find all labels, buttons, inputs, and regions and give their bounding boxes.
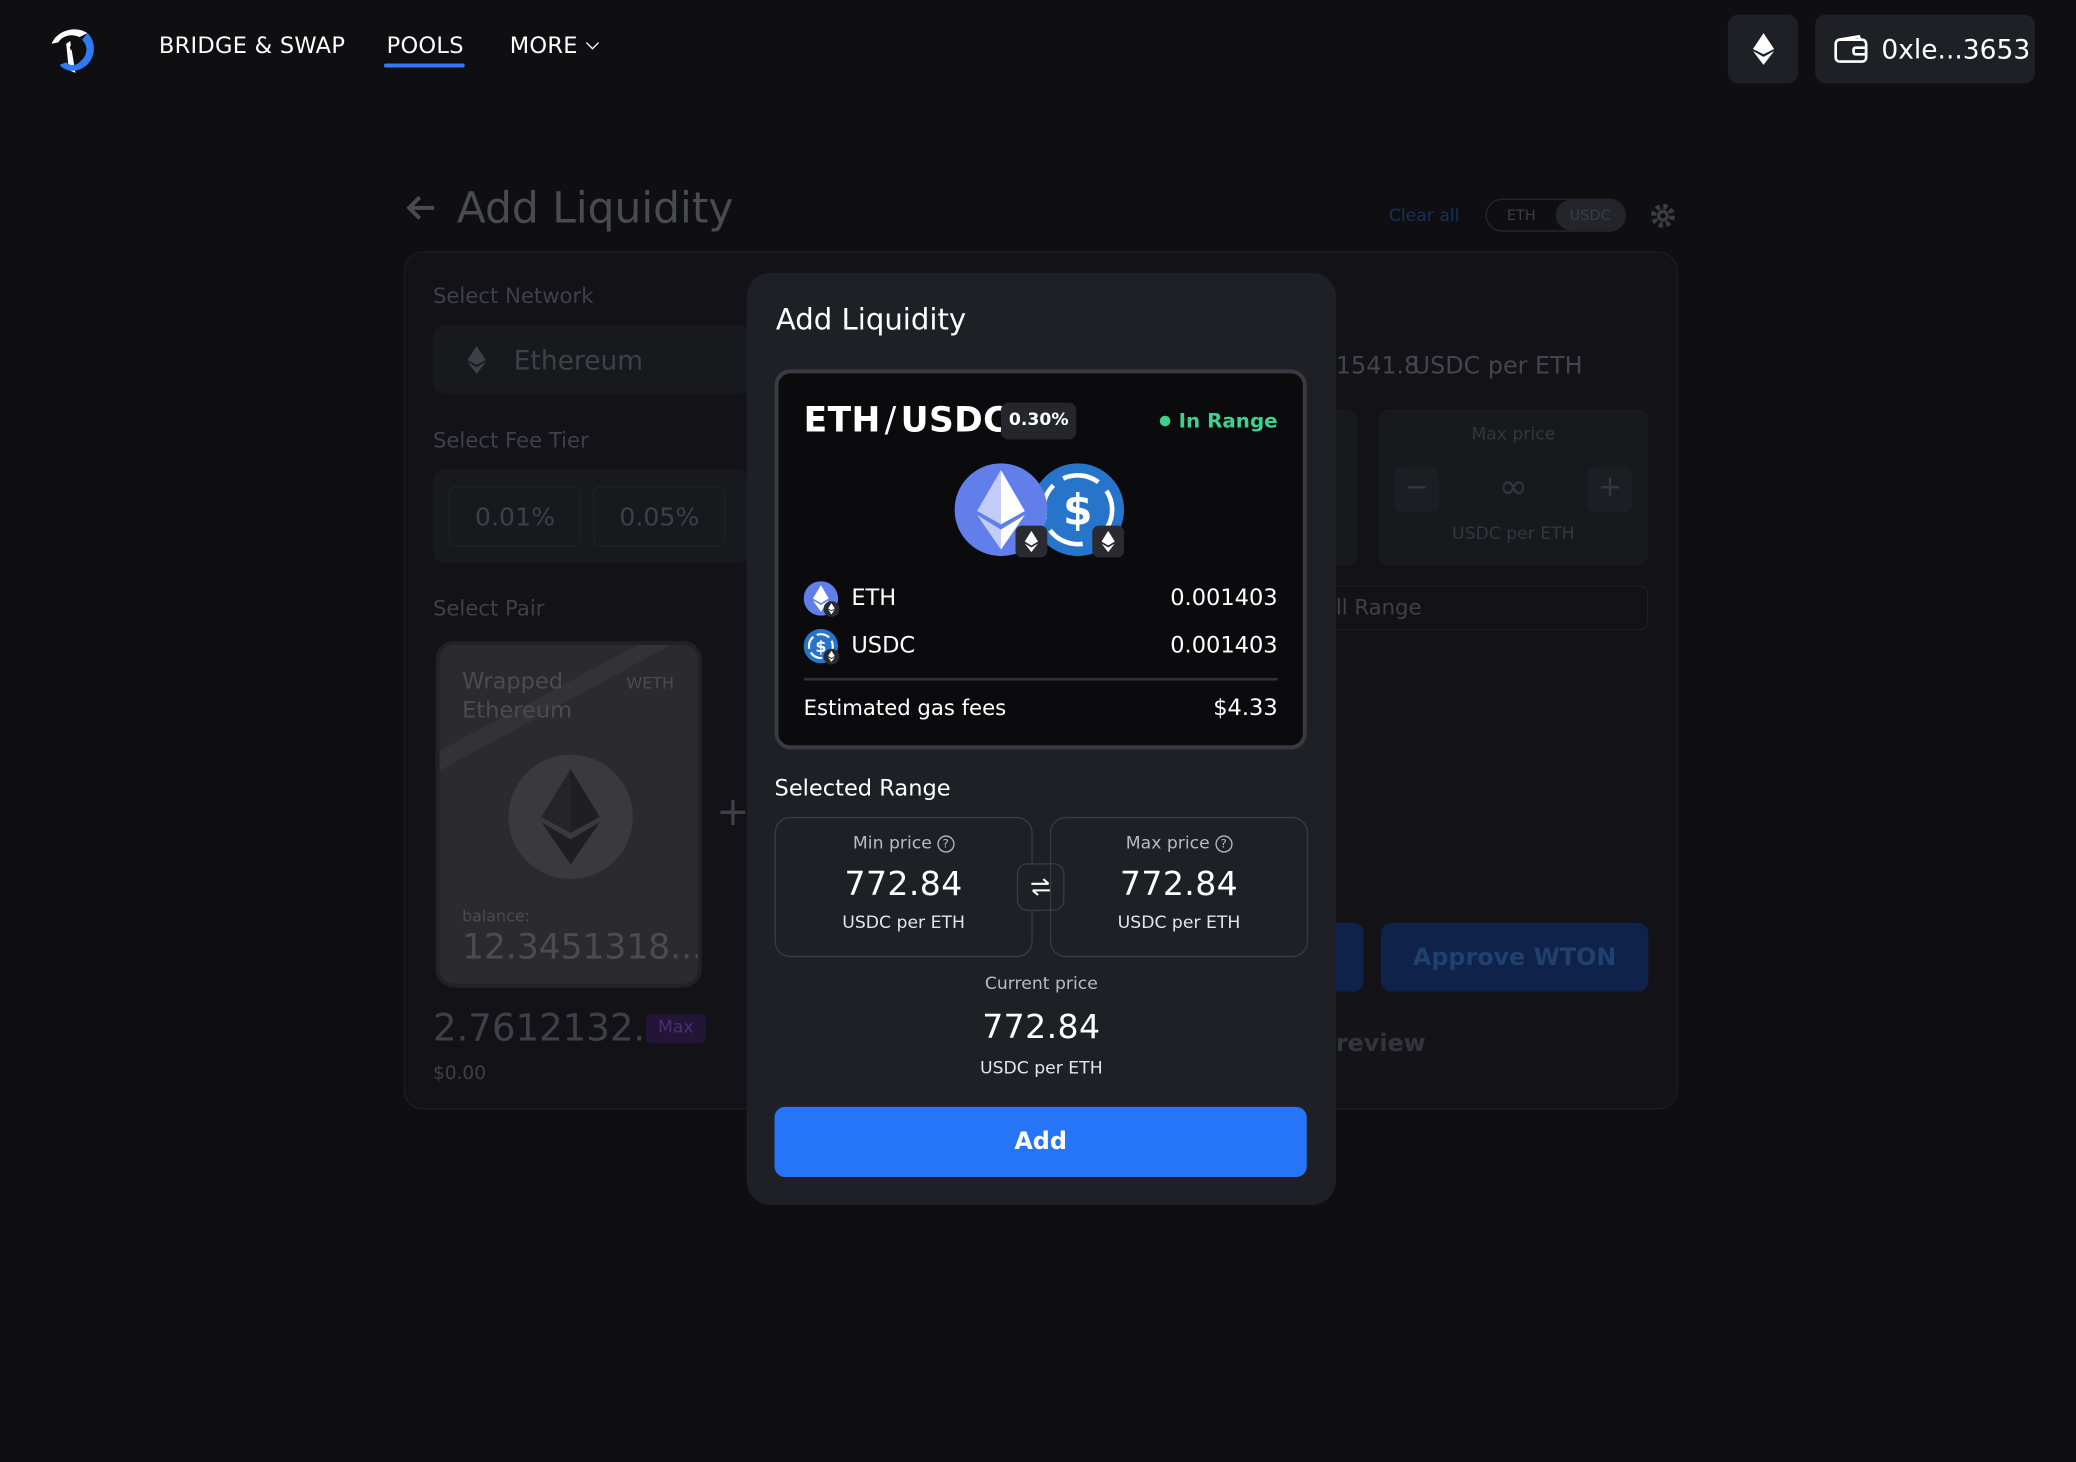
max-price-value: 772.84 bbox=[1119, 864, 1239, 903]
max-price-label: Max price bbox=[1471, 424, 1556, 445]
preview-label: review bbox=[1335, 1030, 1426, 1058]
status-label: In Range bbox=[1178, 409, 1278, 433]
back-arrow-icon[interactable] bbox=[406, 195, 435, 221]
fee-badge: 0.30% bbox=[1000, 402, 1077, 440]
fee-tier-group: 0.01% 0.05% bbox=[432, 470, 751, 563]
full-range-button[interactable]: ll Range bbox=[1335, 585, 1649, 631]
add-liquidity-modal: Add Liquidity ETH / USDC 0.30% In Range $ bbox=[746, 272, 1336, 1205]
max-button[interactable]: Max bbox=[646, 1014, 706, 1044]
network-dropdown[interactable]: Ethereum bbox=[432, 325, 751, 395]
toggle-eth[interactable]: ETH bbox=[1487, 207, 1556, 224]
max-price-label: Max price bbox=[1125, 834, 1210, 854]
token-balance: 12.3451318... bbox=[462, 928, 702, 968]
token-name: Wrapped Ethereum bbox=[462, 668, 573, 725]
selected-range-label: Selected Range bbox=[774, 775, 951, 803]
ethereum-icon bbox=[467, 346, 486, 375]
select-fee-tier-label: Select Fee Tier bbox=[432, 427, 589, 453]
max-price-unit: USDC per ETH bbox=[1117, 913, 1241, 934]
token-amount: 0.001403 bbox=[1170, 585, 1278, 612]
current-price-value: 772.84 bbox=[982, 1007, 1101, 1046]
fee-tier-0-01[interactable]: 0.01% bbox=[448, 485, 582, 547]
current-price-label: Current price bbox=[984, 974, 1098, 995]
preview-button[interactable]: review bbox=[1335, 1012, 1649, 1080]
token-card-weth[interactable]: Wrapped Ethereum WETH balance: 12.345131… bbox=[435, 640, 702, 988]
help-icon[interactable]: ? bbox=[1214, 835, 1233, 853]
min-price-box: Min price? 772.84 USDC per ETH bbox=[774, 816, 1033, 958]
min-price-box bbox=[1335, 409, 1358, 566]
svg-text:$: $ bbox=[1063, 485, 1092, 534]
position-summary-card: ETH / USDC 0.30% In Range $ ETH 0.001403… bbox=[774, 369, 1307, 750]
max-price-box: Max price? 772.84 USDC per ETH bbox=[1049, 816, 1309, 958]
pair-title: ETH / USDC bbox=[804, 401, 1009, 441]
add-button[interactable]: Add bbox=[774, 1106, 1307, 1178]
token-row-eth: ETH 0.001403 bbox=[803, 580, 1278, 617]
max-price-unit: USDC per ETH bbox=[1451, 524, 1575, 545]
min-price-unit: USDC per ETH bbox=[842, 913, 965, 934]
usdc-icon: $ bbox=[803, 628, 840, 664]
pair-separator: / bbox=[884, 401, 897, 441]
pair-quote: USDC bbox=[900, 401, 1009, 441]
token-symbol: ETH bbox=[851, 585, 897, 612]
fee-tier-0-05[interactable]: 0.05% bbox=[593, 485, 726, 547]
max-price-box: Max price − ∞ + USDC per ETH bbox=[1378, 409, 1649, 566]
token-symbol: WETH bbox=[626, 673, 674, 693]
status-dot-icon bbox=[1160, 415, 1171, 427]
token-amount[interactable]: 2.7612132... bbox=[433, 1006, 669, 1050]
ethereum-icon bbox=[803, 580, 840, 617]
page-title: Add Liquidity bbox=[456, 182, 734, 234]
gas-fee-value: $4.33 bbox=[1213, 695, 1278, 722]
min-price-label: Min price bbox=[852, 834, 932, 854]
divider bbox=[803, 677, 1278, 681]
increase-button[interactable]: + bbox=[1587, 467, 1633, 513]
token-amount: 0.001403 bbox=[1170, 632, 1278, 660]
network-name: Ethereum bbox=[513, 344, 644, 377]
min-price-value: 772.84 bbox=[844, 864, 963, 903]
swap-arrows-icon bbox=[1031, 878, 1050, 896]
approve-eth-button[interactable] bbox=[1335, 922, 1364, 992]
approve-wton-button[interactable]: Approve WTON bbox=[1380, 922, 1649, 992]
gear-icon[interactable] bbox=[1648, 201, 1677, 230]
toggle-usdc[interactable]: USDC bbox=[1555, 199, 1625, 231]
help-icon[interactable]: ? bbox=[937, 835, 955, 853]
token-order-toggle[interactable]: ETH USDC bbox=[1485, 198, 1626, 232]
plus-icon: + bbox=[716, 789, 750, 836]
modal-title: Add Liquidity bbox=[775, 304, 967, 338]
weth-token-icon bbox=[508, 754, 633, 880]
pair-base: ETH bbox=[803, 401, 881, 441]
token-row-usdc: $ USDC 0.001403 bbox=[803, 628, 1278, 665]
current-price-unit: USDC per ETH bbox=[979, 1059, 1103, 1080]
balance-label: balance: bbox=[462, 906, 530, 926]
gas-fee-row: Estimated gas fees $4.33 bbox=[804, 695, 1278, 721]
current-price-unit: USDC per ETH bbox=[1412, 352, 1583, 380]
full-range-label: ll Range bbox=[1335, 594, 1422, 620]
status-badge: In Range bbox=[1160, 409, 1278, 433]
ethereum-icon bbox=[954, 463, 1048, 558]
usd-value: $0.00 bbox=[432, 1063, 487, 1085]
gas-fee-label: Estimated gas fees bbox=[803, 695, 1007, 721]
select-pair-label: Select Pair bbox=[432, 595, 545, 621]
current-price-value: 1541.8 bbox=[1335, 352, 1420, 380]
select-network-label: Select Network bbox=[432, 283, 594, 309]
clear-all-link[interactable]: Clear all bbox=[1389, 207, 1460, 227]
token-symbol: USDC bbox=[851, 632, 916, 660]
pair-icons: $ bbox=[954, 463, 1125, 558]
